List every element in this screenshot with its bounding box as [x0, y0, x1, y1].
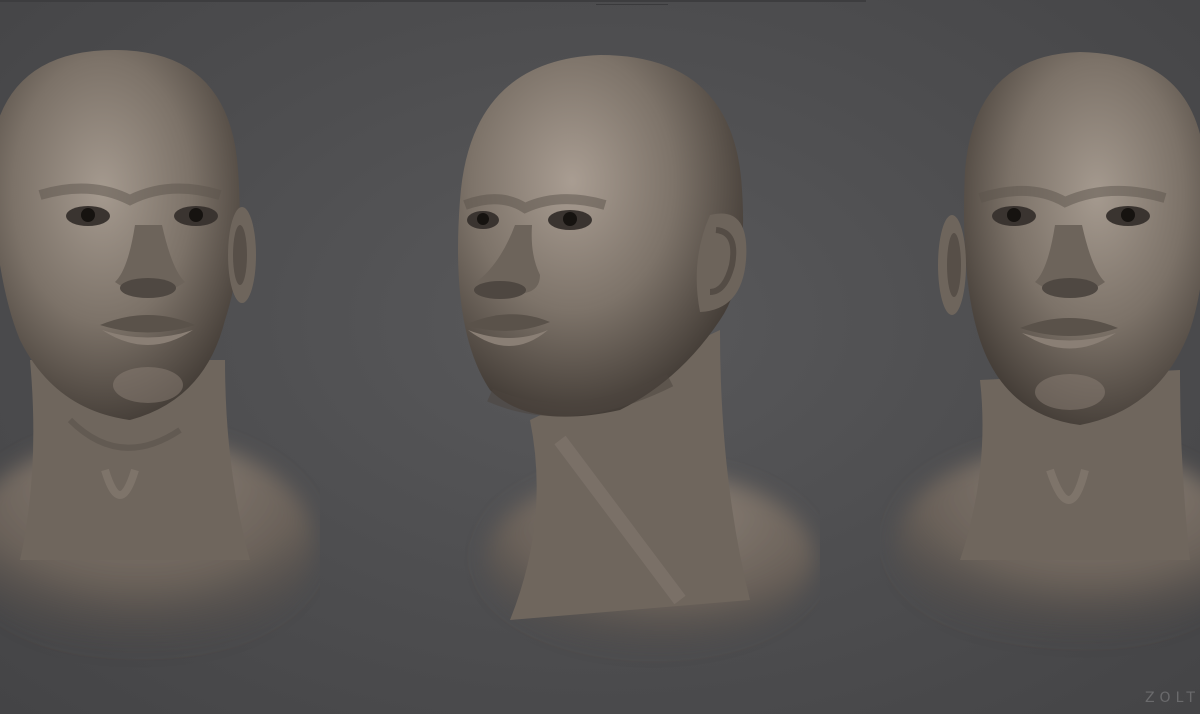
- head-render-front: [0, 0, 320, 714]
- head-render-three-quarter: [420, 0, 820, 714]
- head-render-front-right: [880, 0, 1200, 714]
- sculpt-viewport: ZOLT: [0, 0, 1200, 714]
- watermark-text: ZOLT: [1144, 690, 1200, 706]
